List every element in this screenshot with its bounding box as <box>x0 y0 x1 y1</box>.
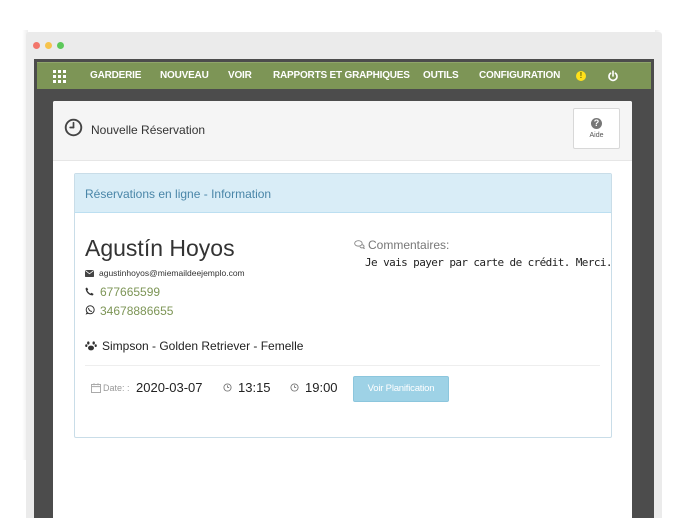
help-button-label: Aide <box>589 132 604 139</box>
app-frame: GARDERIE NOUVEAU VOIR RAPPORTS ET GRAPHI… <box>34 59 654 518</box>
nav-item-outils[interactable]: OUTILS <box>423 63 459 89</box>
nav-item-nouveau[interactable]: NOUVEAU <box>160 63 209 89</box>
start-time: 13:15 <box>238 380 271 395</box>
grid-icon[interactable] <box>53 70 66 83</box>
comments-text: Je vais payer par carte de crédit. Merci… <box>365 256 613 269</box>
client-email[interactable]: agustinhoyos@miemaildeejemplo.com <box>99 268 245 278</box>
minimize-window-button[interactable] <box>45 42 52 49</box>
envelope-icon <box>85 270 94 277</box>
clock-small-icon <box>223 383 232 392</box>
maximize-window-button[interactable] <box>57 42 64 49</box>
phone-icon <box>85 287 94 296</box>
clock-small-icon <box>290 383 299 392</box>
reservation-panel: Nouvelle Réservation ? Aide Réservations… <box>53 101 632 518</box>
info-box-title: Réservations en ligne - Information <box>85 187 272 201</box>
view-planning-button[interactable]: Voir Planification <box>353 376 449 402</box>
nav-item-rapports[interactable]: RAPPORTS ET GRAPHIQUES <box>273 63 410 89</box>
question-icon: ? <box>591 118 602 129</box>
date-label: Date: : <box>103 383 130 393</box>
comments-label: Commentaires: <box>368 238 450 252</box>
online-reservation-box: Réservations en ligne - Information Agus… <box>74 173 613 438</box>
paw-icon <box>85 341 97 351</box>
notification-info-icon[interactable]: ! <box>576 71 586 81</box>
comments-icon <box>354 240 365 249</box>
page-title: Nouvelle Réservation <box>91 123 206 137</box>
nav-item-voir[interactable]: VOIR <box>228 63 252 89</box>
divider <box>85 365 600 366</box>
info-box-header: Réservations en ligne - Information <box>75 174 611 213</box>
end-time: 19:00 <box>305 380 338 395</box>
client-name: Agustín Hoyos <box>85 235 235 261</box>
calendar-icon <box>91 383 101 393</box>
reservation-date: 2020-03-07 <box>136 380 203 395</box>
browser-window: GARDERIE NOUVEAU VOIR RAPPORTS ET GRAPHI… <box>26 32 662 518</box>
clock-icon <box>64 118 83 137</box>
client-phone[interactable]: 677665599 <box>100 285 160 299</box>
close-window-button[interactable] <box>33 42 40 49</box>
nav-item-configuration[interactable]: CONFIGURATION <box>479 63 560 89</box>
power-icon[interactable] <box>607 70 619 82</box>
whatsapp-icon <box>85 305 95 315</box>
help-button[interactable]: ? Aide <box>573 108 620 149</box>
client-whatsapp[interactable]: 34678886655 <box>100 304 173 318</box>
pet-details: Simpson - Golden Retriever - Femelle <box>102 339 304 353</box>
top-navbar: GARDERIE NOUVEAU VOIR RAPPORTS ET GRAPHI… <box>37 62 651 89</box>
panel-header: Nouvelle Réservation ? Aide <box>53 101 632 161</box>
nav-item-garderie[interactable]: GARDERIE <box>90 63 141 89</box>
